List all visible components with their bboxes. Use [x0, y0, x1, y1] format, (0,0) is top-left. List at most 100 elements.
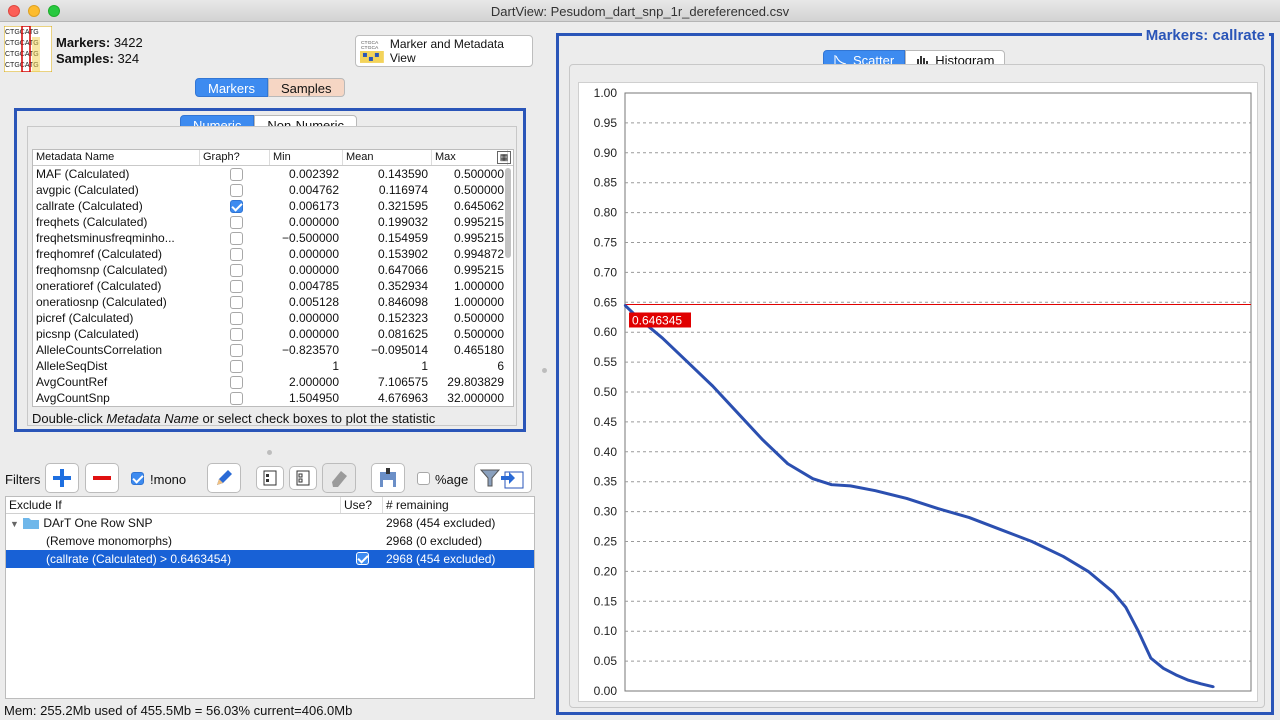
- graph-checkbox[interactable]: [230, 168, 243, 181]
- metadata-row[interactable]: picref (Calculated) 0.000000 0.152323 0.500…: [33, 310, 513, 326]
- metadata-name[interactable]: AvgCountRef: [33, 374, 200, 390]
- add-filter-button[interactable]: [45, 463, 79, 493]
- metadata-row[interactable]: freqhets (Calculated) 0.000000 0.199032 0.9…: [33, 214, 513, 230]
- filter-row-callrate[interactable]: (callrate (Calculated) > 0.6463454) 2968…: [6, 550, 534, 568]
- y-tick-label: 0.30: [594, 505, 618, 519]
- metadata-name[interactable]: picsnp (Calculated): [33, 326, 200, 342]
- metadata-name[interactable]: AlleleCountsCorrelation: [33, 342, 200, 358]
- metadata-name[interactable]: avgpic (Calculated): [33, 182, 200, 198]
- graph-checkbox[interactable]: [230, 376, 243, 389]
- metadata-min: 0.006173: [288, 199, 339, 213]
- markers-samples-tabs: Markers Samples: [195, 78, 345, 97]
- column-chooser-icon[interactable]: ▦: [497, 151, 511, 164]
- data-point: [786, 462, 789, 465]
- col-graph[interactable]: Graph?: [200, 150, 270, 165]
- data-point: [1162, 667, 1165, 670]
- graph-checkbox[interactable]: [230, 248, 243, 261]
- metadata-min: 0.005128: [288, 295, 339, 309]
- metadata-name[interactable]: AvgCountSnp: [33, 390, 200, 406]
- metadata-min: 0.000000: [288, 215, 339, 229]
- graph-checkbox[interactable]: [230, 360, 243, 373]
- col-use[interactable]: Use?: [341, 497, 383, 513]
- threshold-label: 0.646345: [632, 313, 682, 327]
- tab-samples[interactable]: Samples: [267, 78, 345, 97]
- col-metadata-name[interactable]: Metadata Name: [33, 150, 200, 165]
- metadata-max: 0.994872: [453, 247, 504, 261]
- metadata-name[interactable]: AlleleSeqDist: [33, 358, 200, 374]
- y-tick-label: 0.35: [594, 475, 618, 489]
- graph-checkbox[interactable]: [230, 280, 243, 293]
- metadata-mean: 0.199032: [377, 215, 428, 229]
- split-handle-vertical[interactable]: [542, 368, 547, 373]
- marker-metadata-view-button[interactable]: CTGCA CTGCA Marker and Metadata View: [355, 35, 533, 67]
- uncheck-all-button[interactable]: [289, 466, 317, 490]
- metadata-row[interactable]: freqhomsnp (Calculated) 0.000000 0.647066 0…: [33, 262, 513, 278]
- metadata-name[interactable]: freqhomsnp (Calculated): [33, 262, 200, 278]
- graph-checkbox[interactable]: [230, 232, 243, 245]
- apply-filters-button[interactable]: [474, 463, 532, 493]
- tab-markers[interactable]: Markers: [195, 78, 268, 97]
- y-tick-label: 0.95: [594, 116, 618, 130]
- metadata-row[interactable]: AvgCountSnp 1.504950 4.676963 32.000000: [33, 390, 513, 406]
- graph-checkbox[interactable]: [230, 328, 243, 341]
- metadata-name[interactable]: callrate (Calculated): [33, 198, 200, 214]
- col-mean[interactable]: Mean: [343, 150, 432, 165]
- filter-group-row[interactable]: ▼ DArT One Row SNP 2968 (454 excluded): [6, 514, 534, 532]
- clear-filters-button[interactable]: [322, 463, 356, 493]
- metadata-mean: 0.154959: [377, 231, 428, 245]
- metadata-row[interactable]: AvgCountRef 2.000000 7.106575 29.803829: [33, 374, 513, 390]
- metadata-table-scrollbar[interactable]: [505, 168, 511, 258]
- mono-label: !mono: [150, 472, 187, 487]
- metadata-row[interactable]: freqhetsminusfreqminho... −0.500000 0.1549…: [33, 230, 513, 246]
- metadata-name[interactable]: freqhets (Calculated): [33, 214, 200, 230]
- chart-container: 0.00 0.05 0.10 0.15 0.20 0.25 0.30 0.35 0.40 0.45…: [569, 64, 1265, 708]
- graph-checkbox[interactable]: [230, 296, 243, 309]
- status-bar: Mem: 255.2Mb used of 455.5Mb = 56.03% cu…: [4, 703, 353, 718]
- metadata-name[interactable]: picref (Calculated): [33, 310, 200, 326]
- percentage-checkbox[interactable]: [417, 472, 430, 485]
- metadata-name[interactable]: oneratiosnp (Calculated): [33, 294, 200, 310]
- metadata-name[interactable]: oneratioref (Calculated): [33, 278, 200, 294]
- data-point: [811, 477, 814, 480]
- expand-triangle-icon[interactable]: ▼: [10, 515, 20, 533]
- save-filters-button[interactable]: [371, 463, 405, 493]
- metadata-row[interactable]: oneratiosnp (Calculated) 0.005128 0.846098…: [33, 294, 513, 310]
- graph-checkbox[interactable]: [230, 392, 243, 405]
- col-exclude-if[interactable]: Exclude If: [6, 497, 341, 513]
- data-point: [849, 484, 852, 488]
- graph-checkbox[interactable]: [230, 216, 243, 229]
- y-tick-label: 0.75: [594, 236, 618, 250]
- metadata-row[interactable]: AlleleCountsCorrelation −0.823570 −0.09501…: [33, 342, 513, 358]
- y-tick-label: 1.00: [594, 86, 618, 100]
- split-handle-horizontal[interactable]: [267, 450, 272, 455]
- metadata-row[interactable]: avgpic (Calculated) 0.004762 0.116974 0.500…: [33, 182, 513, 198]
- graph-checkbox[interactable]: [230, 184, 243, 197]
- filter-row-remove-monomorphs[interactable]: (Remove monomorphs) 2968 (0 excluded): [6, 532, 534, 550]
- remove-filter-button[interactable]: [85, 463, 119, 493]
- col-min[interactable]: Min: [270, 150, 343, 165]
- filter-group-remaining: 2968 (454 excluded): [386, 516, 496, 530]
- metadata-row[interactable]: MAF (Calculated) 0.002392 0.143590 0.500000: [33, 166, 513, 182]
- graph-checkbox[interactable]: [230, 344, 243, 357]
- graph-checkbox[interactable]: [230, 312, 243, 325]
- mono-checkbox[interactable]: [131, 472, 144, 485]
- metadata-row[interactable]: picsnp (Calculated) 0.000000 0.081625 0.500…: [33, 326, 513, 342]
- col-remaining[interactable]: # remaining: [383, 497, 533, 513]
- metadata-row[interactable]: callrate (Calculated) 0.006173 0.321595 0.6…: [33, 198, 513, 214]
- graph-checkbox[interactable]: [230, 264, 243, 277]
- metadata-name[interactable]: freqhomref (Calculated): [33, 246, 200, 262]
- edit-filter-button[interactable]: [207, 463, 241, 493]
- plus-icon: [53, 469, 71, 487]
- metadata-name[interactable]: MAF (Calculated): [33, 166, 200, 182]
- filter-use-checkbox[interactable]: [356, 552, 369, 565]
- check-all-button[interactable]: [256, 466, 284, 490]
- scatter-chart[interactable]: 0.00 0.05 0.10 0.15 0.20 0.25 0.30 0.35 0.40 0.45…: [579, 83, 1257, 701]
- metadata-row[interactable]: oneratioref (Calculated) 0.004785 0.352934…: [33, 278, 513, 294]
- metadata-mean: 0.846098: [377, 295, 428, 309]
- filters-table-header: Exclude If Use? # remaining: [6, 497, 534, 514]
- metadata-row[interactable]: AlleleSeqDist 1 1 6: [33, 358, 513, 374]
- graph-checkbox[interactable]: [230, 200, 243, 213]
- dartview-logo-icon: CTGCATG CTGCATG CTGCATG CTGCATG: [4, 26, 52, 72]
- metadata-name[interactable]: freqhetsminusfreqminho...: [33, 230, 200, 246]
- metadata-row[interactable]: freqhomref (Calculated) 0.000000 0.153902 0…: [33, 246, 513, 262]
